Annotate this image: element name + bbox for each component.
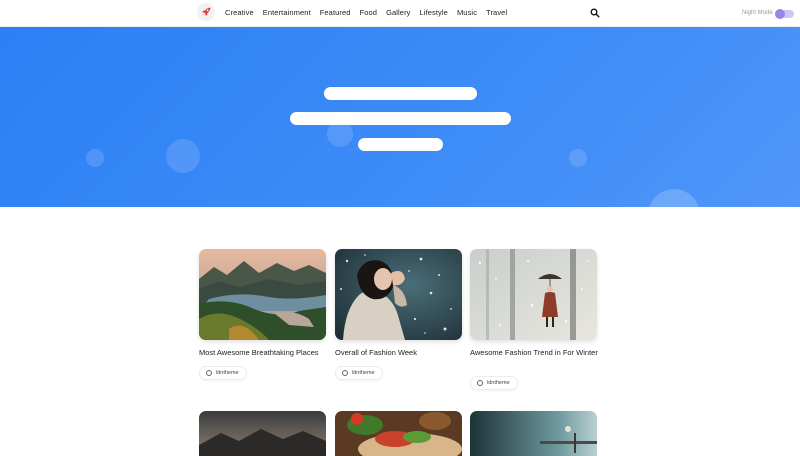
hero-title-placeholder [324, 87, 477, 100]
user-icon [342, 370, 348, 376]
user-icon [206, 370, 212, 376]
post-image-fashion-week[interactable] [335, 249, 462, 340]
hero-subtitle-placeholder [290, 112, 511, 125]
night-mode-label: Night Mode [742, 10, 773, 16]
night-mode-toggle[interactable] [775, 9, 794, 19]
post-image-dark-mountains[interactable] [199, 411, 326, 456]
menu-item-music[interactable]: Music [457, 8, 477, 17]
post-title[interactable]: Awesome Fashion Trend in For Winter [470, 348, 605, 358]
author-name: ldntheme [352, 370, 375, 376]
post-image-misty-pier[interactable] [470, 411, 597, 456]
menu-item-gallery[interactable]: Gallery [386, 8, 410, 17]
post-image-mountain-lake[interactable] [199, 249, 326, 340]
menu-item-lifestyle[interactable]: Lifestyle [420, 8, 448, 17]
decorative-bubble [648, 189, 700, 207]
post-image-food-wrap[interactable] [335, 411, 462, 456]
author-name: ldntheme [216, 370, 239, 376]
author-badge[interactable]: ldntheme [470, 376, 518, 390]
post-title[interactable]: Overall of Fashion Week [335, 348, 470, 358]
menu-item-creative[interactable]: Creative [225, 8, 254, 17]
top-navbar: Creative Entertainment Featured Food Gal… [0, 0, 800, 27]
menu-item-entertainment[interactable]: Entertainment [263, 8, 311, 17]
main-menu: Creative Entertainment Featured Food Gal… [225, 8, 507, 17]
rocket-icon [202, 7, 211, 16]
site-logo[interactable] [197, 3, 215, 21]
search-icon[interactable] [590, 8, 600, 18]
decorative-bubble [166, 139, 200, 173]
author-badge[interactable]: ldntheme [199, 366, 247, 380]
decorative-bubble [86, 149, 104, 167]
hero-button-placeholder[interactable] [358, 138, 443, 151]
menu-item-food[interactable]: Food [360, 8, 378, 17]
hero-banner [0, 27, 800, 207]
post-image-winter-fashion[interactable] [470, 249, 597, 340]
user-icon [477, 380, 483, 386]
menu-item-featured[interactable]: Featured [320, 8, 351, 17]
post-title[interactable]: Most Awesome Breathtaking Places [199, 348, 334, 358]
toggle-knob [775, 9, 785, 19]
author-name: ldntheme [487, 380, 510, 386]
decorative-bubble [569, 149, 587, 167]
author-badge[interactable]: ldntheme [335, 366, 383, 380]
menu-item-travel[interactable]: Travel [486, 8, 507, 17]
